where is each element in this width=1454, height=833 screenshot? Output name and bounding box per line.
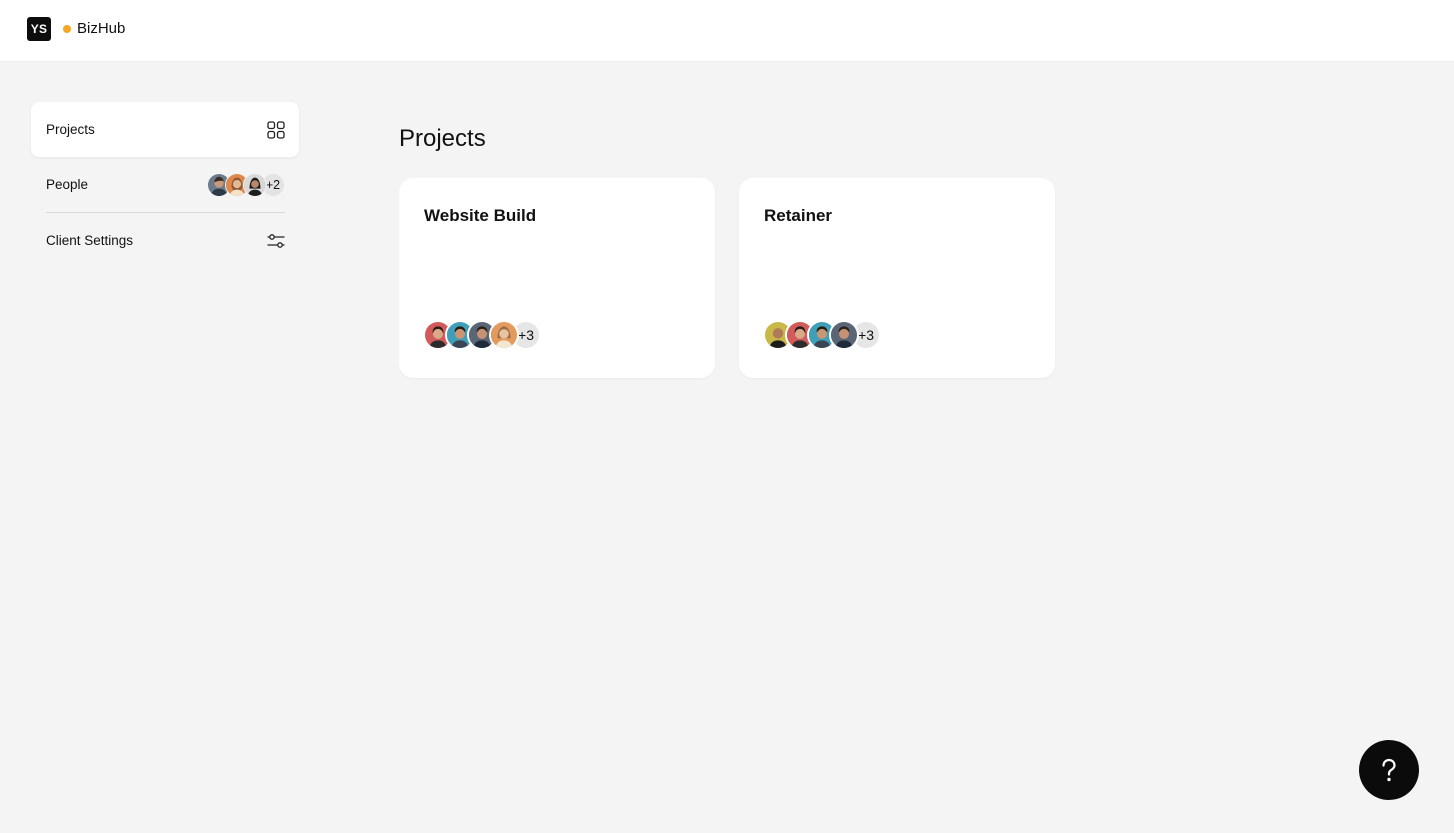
people-avatar-stack: +2	[207, 172, 285, 197]
help-button[interactable]	[1359, 740, 1419, 800]
project-members: +3	[423, 320, 541, 350]
workspace-logo[interactable]: YS	[27, 17, 51, 41]
sliders-icon	[267, 233, 285, 248]
sidebar-item-people[interactable]: People +2	[31, 157, 299, 212]
brand-name[interactable]: BizHub	[77, 20, 125, 37]
sidebar: Projects People +2 Client Settings	[31, 102, 299, 268]
top-bar: YS BizHub	[0, 0, 1454, 62]
sidebar-item-label: Client Settings	[46, 233, 134, 248]
page-title: Projects	[399, 125, 486, 152]
project-card-retainer[interactable]: Retainer +3	[739, 178, 1055, 378]
avatar	[829, 320, 859, 350]
project-card-website-build[interactable]: Website Build +3	[399, 178, 715, 378]
project-title: Retainer	[764, 206, 833, 225]
avatar	[489, 320, 519, 350]
sidebar-item-label: People	[46, 177, 89, 192]
avatar	[243, 172, 267, 197]
sidebar-item-client-settings[interactable]: Client Settings	[31, 213, 299, 268]
sidebar-item-label: Projects	[46, 122, 95, 137]
grid-icon	[267, 120, 285, 139]
project-members: +3	[763, 320, 881, 350]
project-title: Website Build	[424, 206, 537, 225]
sidebar-item-projects[interactable]: Projects	[31, 102, 299, 157]
status-dot	[63, 25, 71, 33]
help-icon	[1382, 758, 1396, 782]
